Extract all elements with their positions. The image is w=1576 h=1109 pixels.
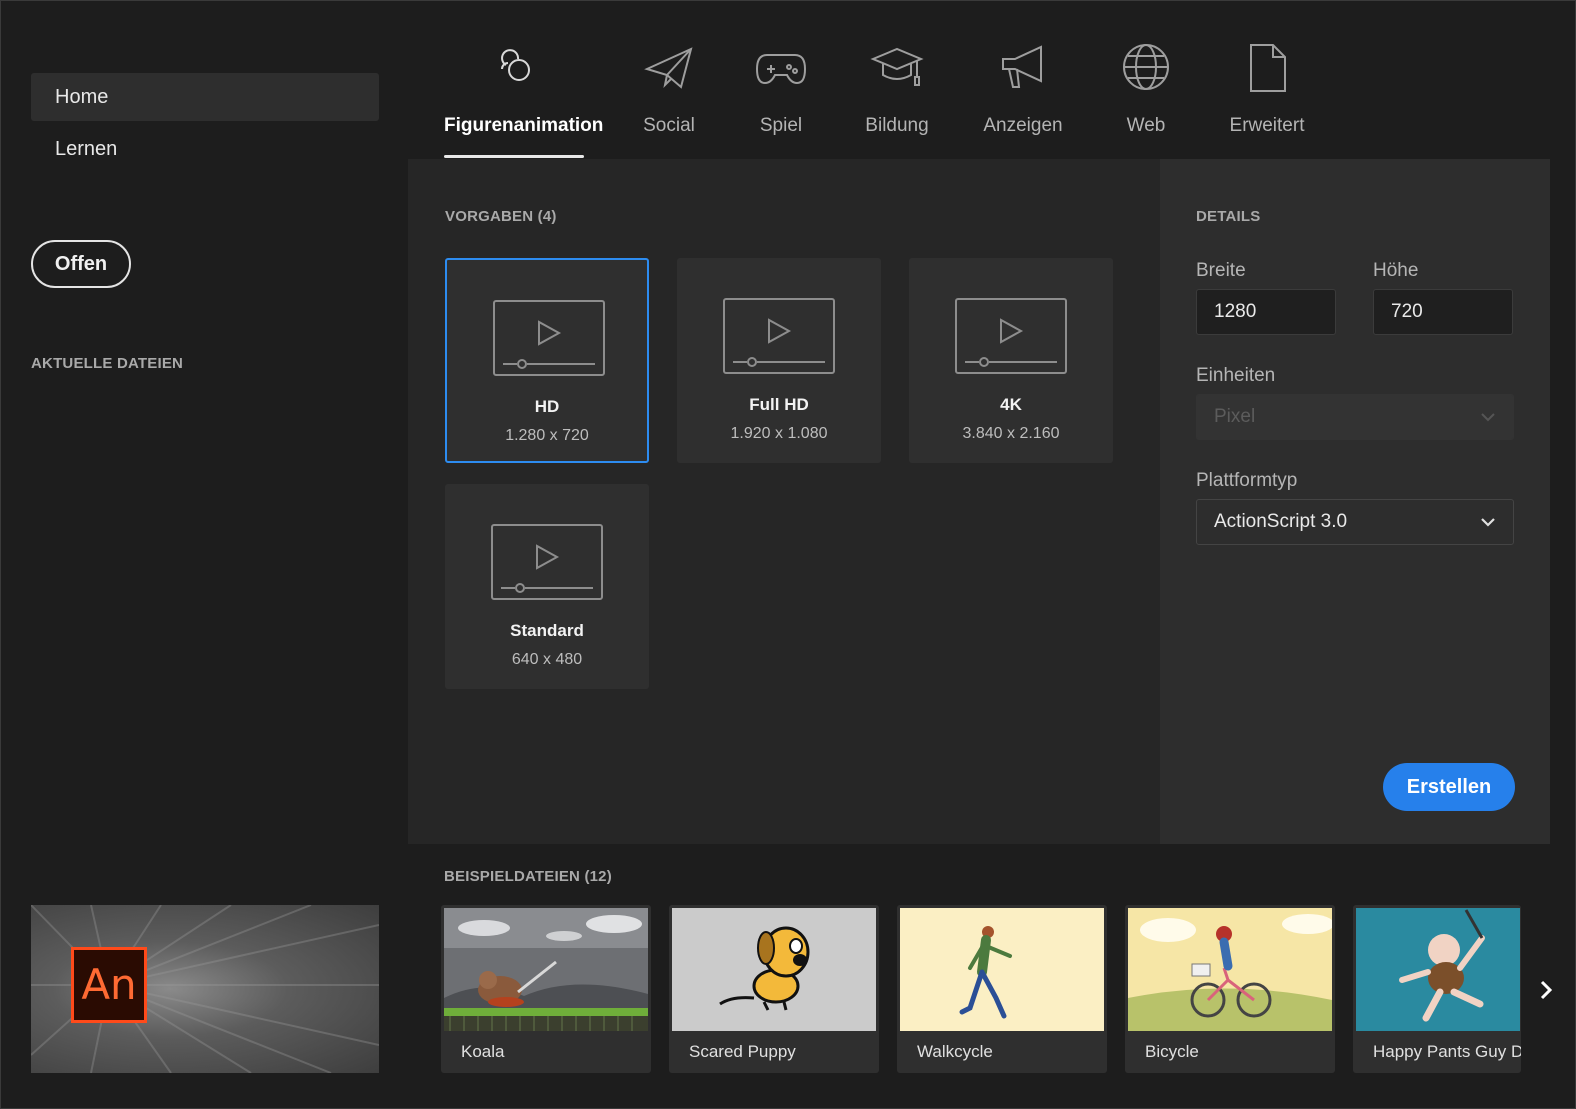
height-label: Höhe	[1373, 260, 1419, 281]
preset-size: 1.920 x 1.080	[730, 425, 828, 442]
tab-label: Web	[1126, 115, 1166, 136]
sample-name: Koala	[461, 1042, 505, 1061]
tab-figurenanimation[interactable]: Figurenanimation	[444, 39, 604, 137]
units-label: Einheiten	[1196, 365, 1276, 386]
tab-label: Social	[643, 115, 695, 136]
width-input[interactable]: 1280	[1196, 289, 1336, 335]
sample-thumbnail	[1356, 908, 1520, 1031]
tab-label: Bildung	[865, 115, 929, 136]
video-preset-icon	[955, 298, 1067, 374]
sample-thumbnail	[444, 908, 648, 1031]
preset-size: 640 x 480	[511, 651, 583, 668]
megaphone-icon	[1002, 45, 1042, 88]
preset-name: Standard	[510, 621, 584, 640]
sample-name: Walkcycle	[917, 1042, 993, 1061]
preset-name: Full HD	[749, 395, 809, 414]
video-preset-icon	[723, 298, 835, 374]
tab-label: Erweitert	[1229, 115, 1305, 136]
sample-thumbnail	[900, 908, 1104, 1031]
gamepad-icon	[755, 54, 807, 85]
platform-value: ActionScript 3.0	[1214, 511, 1348, 532]
preset-card-4k[interactable]: 4K 3.840 x 2.160	[909, 258, 1113, 463]
nav-lernen[interactable]: Lernen	[31, 125, 379, 173]
height-input[interactable]: 720	[1373, 289, 1513, 335]
tab-label: Anzeigen	[983, 115, 1063, 136]
recent-files-heading: AKTUELLE DATEIEN	[31, 355, 184, 372]
sample-file-scared-puppy[interactable]: Scared Puppy	[669, 905, 879, 1073]
tab-erweitert[interactable]: Erweitert	[1227, 39, 1307, 137]
sample-thumbnail	[1128, 908, 1332, 1031]
video-preset-icon	[493, 300, 605, 376]
sample-file-walkcycle[interactable]: Walkcycle	[897, 905, 1107, 1073]
units-select: Pixel	[1196, 394, 1514, 440]
preset-card-hd[interactable]: HD 1.280 x 720	[445, 258, 649, 463]
chevron-down-icon	[1481, 413, 1495, 422]
tab-social[interactable]: Social	[629, 39, 709, 137]
tab-web[interactable]: Web	[1118, 39, 1174, 137]
width-label: Breite	[1196, 260, 1246, 281]
tab-anzeigen[interactable]: Anzeigen	[983, 39, 1063, 137]
preset-size: 1.280 x 720	[505, 427, 589, 444]
tab-spiel[interactable]: Spiel	[751, 39, 811, 137]
preset-name: 4K	[1000, 395, 1022, 414]
tab-label: Spiel	[759, 115, 803, 136]
chevron-right-icon[interactable]	[1536, 976, 1558, 1004]
graduation-cap-icon	[870, 47, 924, 86]
document-icon	[1250, 44, 1286, 92]
chevron-down-icon	[1481, 518, 1495, 527]
presets-heading: VORGABEN (4)	[445, 208, 557, 225]
sample-file-happy-pants-guy[interactable]: Happy Pants Guy Da	[1353, 905, 1521, 1073]
sample-name: Happy Pants Guy Da	[1373, 1042, 1521, 1061]
units-value: Pixel	[1214, 406, 1256, 427]
platform-label: Plattformtyp	[1196, 470, 1298, 491]
preset-card-full-hd[interactable]: Full HD 1.920 x 1.080	[677, 258, 881, 463]
sample-name: Bicycle	[1145, 1042, 1199, 1061]
nav-home[interactable]: Home	[31, 73, 379, 121]
paper-plane-icon	[644, 47, 693, 89]
tab-bildung[interactable]: Bildung	[861, 39, 933, 137]
preset-size: 3.840 x 2.160	[962, 425, 1060, 442]
preset-name: HD	[534, 397, 560, 416]
sample-files-heading: BEISPIELDATEIEN (12)	[444, 868, 612, 885]
sample-thumbnail	[672, 908, 876, 1031]
animate-logo: An	[71, 947, 147, 1023]
sample-name: Scared Puppy	[689, 1042, 796, 1061]
details-heading: DETAILS	[1196, 208, 1261, 225]
preset-card-standard[interactable]: Standard 640 x 480	[445, 484, 649, 689]
video-preset-icon	[491, 524, 603, 600]
active-tab-indicator	[444, 155, 584, 158]
character-animation-icon	[501, 49, 530, 81]
create-button[interactable]: Erstellen	[1383, 763, 1515, 811]
tab-label: Figurenanimation	[444, 115, 604, 136]
platform-select[interactable]: ActionScript 3.0	[1196, 499, 1514, 545]
sample-file-koala[interactable]: Koala	[441, 905, 651, 1073]
sample-file-bicycle[interactable]: Bicycle	[1125, 905, 1335, 1073]
app-window: Home Lernen Offen AKTUELLE DATEIEN An Fi…	[0, 0, 1576, 1109]
globe-icon	[1123, 44, 1169, 90]
open-button[interactable]: Offen	[31, 240, 131, 288]
